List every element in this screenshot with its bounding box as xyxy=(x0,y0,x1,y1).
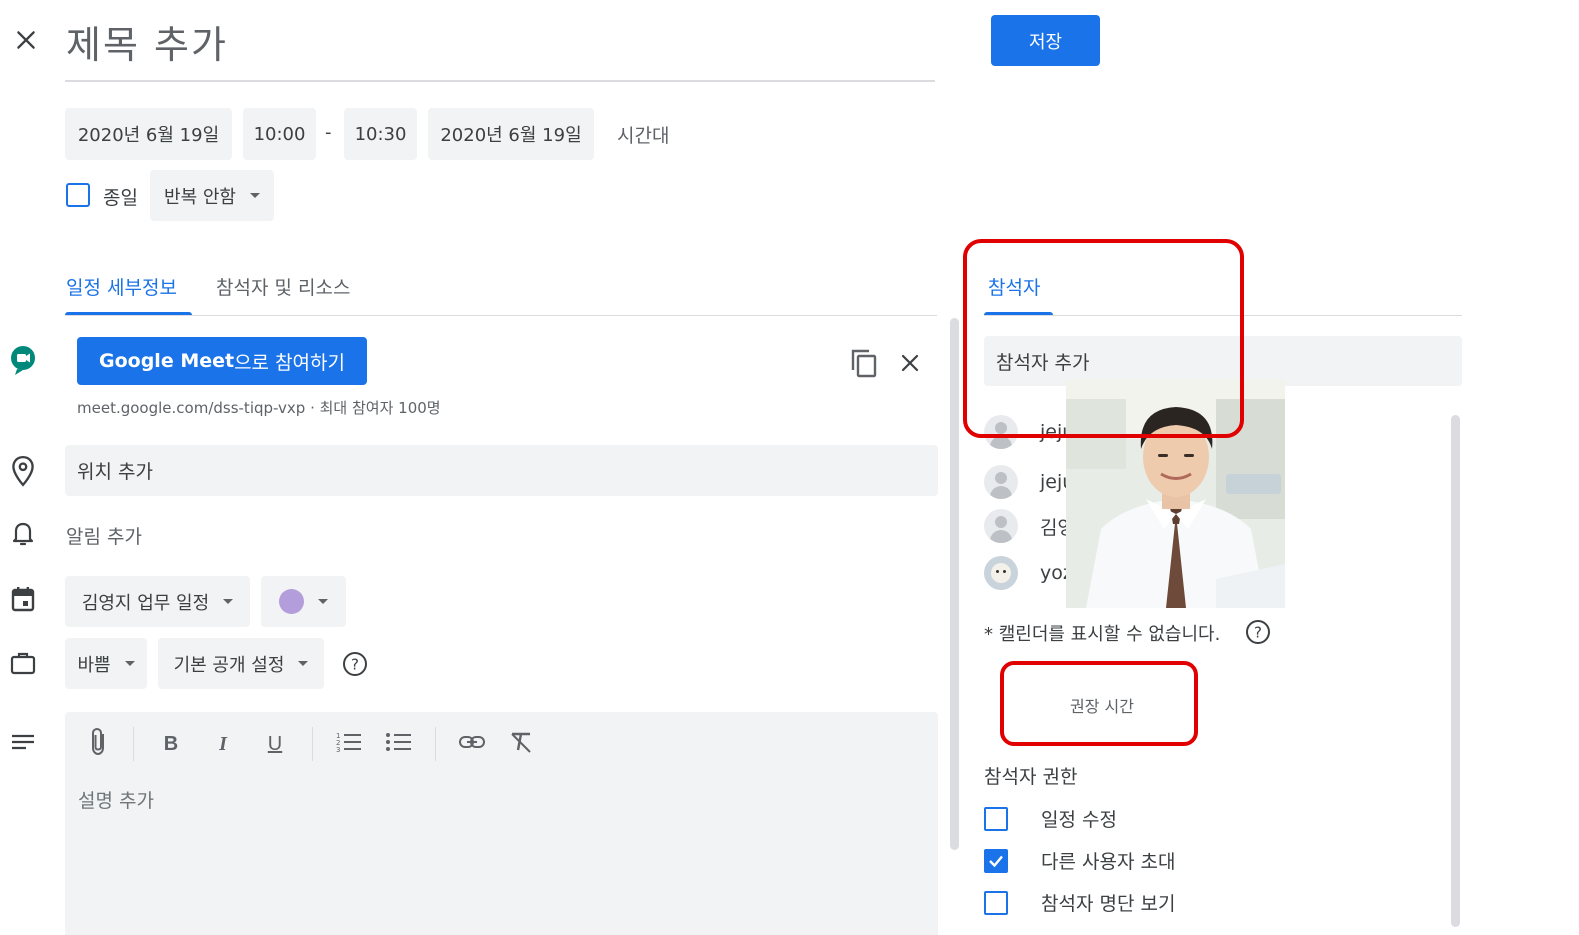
tab-event-details[interactable]: 일정 세부정보 xyxy=(66,273,177,300)
close-button[interactable] xyxy=(8,22,44,58)
end-date-chip[interactable]: 2020년 6월 19일 xyxy=(428,108,594,160)
caret-down-icon xyxy=(223,599,234,604)
help-icon: ? xyxy=(343,652,367,676)
briefcase-icon xyxy=(10,651,36,679)
numbered-list-icon: 123 xyxy=(336,732,361,754)
attach-button[interactable] xyxy=(87,726,111,762)
color-dropdown[interactable] xyxy=(261,576,346,627)
meet-link[interactable]: meet.google.com/dss-tiqp-vxp · 최대 참여자 10… xyxy=(77,397,441,418)
guest-permissions-title: 참석자 권한 xyxy=(984,766,1078,788)
svg-text:?: ? xyxy=(1254,624,1262,642)
tab-guests-resources[interactable]: 참석자 및 리소스 xyxy=(216,273,350,300)
meet-join-text: 으로 참여하기 xyxy=(234,351,345,374)
checkbox[interactable] xyxy=(984,890,1008,915)
all-day-checkbox[interactable] xyxy=(66,183,90,207)
availability-label: 바쁨 xyxy=(77,654,111,676)
clear-formatting-icon xyxy=(511,732,531,753)
clear-formatting-button[interactable] xyxy=(508,730,534,758)
checkbox[interactable] xyxy=(984,806,1008,831)
close-icon xyxy=(901,354,919,372)
tabs-divider xyxy=(65,315,937,316)
close-icon xyxy=(17,31,35,49)
permission-label: 일정 수정 xyxy=(1041,809,1117,831)
link-icon xyxy=(459,736,485,748)
avatar xyxy=(984,509,1018,543)
title-underline xyxy=(65,80,935,82)
availability-dropdown[interactable]: 바쁨 xyxy=(65,638,147,689)
start-date-chip[interactable]: 2020년 6월 19일 xyxy=(65,108,232,160)
checkbox-checked[interactable] xyxy=(984,848,1008,873)
svg-text:?: ? xyxy=(351,656,359,674)
caret-down-icon xyxy=(298,661,309,666)
calendar-name: 김영지 업무 일정 xyxy=(81,592,210,614)
copy-icon xyxy=(851,349,877,378)
event-color-swatch xyxy=(279,589,304,614)
calendar-unavailable-notice: * 캘린더를 표시할 수 없습니다. xyxy=(984,624,1221,645)
highlight-box-suggested-times xyxy=(1000,661,1198,746)
join-meet-button[interactable]: Google Meet 으로 참여하기 xyxy=(77,337,367,385)
meet-brand: Google Meet xyxy=(99,350,235,372)
numbered-list-button[interactable]: 123 xyxy=(335,730,363,758)
meet-icon xyxy=(9,345,37,379)
paperclip-icon xyxy=(92,727,104,756)
right-scrollbar[interactable] xyxy=(1451,415,1460,927)
underline-button[interactable]: U xyxy=(260,733,290,756)
help-button[interactable]: ? xyxy=(342,651,368,681)
calendar-icon xyxy=(11,586,35,616)
permission-modify-event[interactable]: 일정 수정 xyxy=(984,805,1117,832)
left-scrollbar[interactable] xyxy=(950,318,959,850)
visibility-label: 기본 공개 설정 xyxy=(173,654,285,676)
all-day-label: 종일 xyxy=(103,187,138,209)
avatar xyxy=(984,556,1018,590)
repeat-dropdown[interactable]: 반복 안함 xyxy=(150,170,274,221)
caret-down-icon xyxy=(249,193,260,198)
calendar-dropdown[interactable]: 김영지 업무 일정 xyxy=(65,576,250,627)
end-time-chip[interactable]: 10:30 xyxy=(344,108,417,160)
bulleted-list-icon xyxy=(386,733,411,751)
svg-text:3: 3 xyxy=(336,746,340,754)
permission-invite-others[interactable]: 다른 사용자 초대 xyxy=(984,847,1175,874)
copy-button[interactable] xyxy=(850,348,878,382)
title-input[interactable]: 제목 추가 xyxy=(66,14,228,69)
toolbar-divider xyxy=(435,727,436,761)
location-pin-icon xyxy=(10,455,36,491)
help-icon: ? xyxy=(1246,620,1270,644)
permission-label: 참석자 명단 보기 xyxy=(1041,893,1176,915)
bell-icon xyxy=(11,519,35,551)
bulleted-list-button[interactable] xyxy=(385,730,413,758)
check-icon xyxy=(989,855,1003,867)
visibility-dropdown[interactable]: 기본 공개 설정 xyxy=(158,638,324,689)
italic-button[interactable]: I xyxy=(208,733,238,756)
bold-button[interactable]: B xyxy=(156,733,186,756)
caret-down-icon xyxy=(318,599,328,604)
description-input[interactable]: 설명 추가 xyxy=(78,786,154,813)
avatar xyxy=(984,465,1018,499)
description-icon xyxy=(11,733,35,757)
toolbar-divider xyxy=(133,727,134,761)
editor-toolbar: B I U 123 xyxy=(87,726,534,762)
permission-see-guest-list[interactable]: 참석자 명단 보기 xyxy=(984,889,1175,916)
location-input[interactable]: 위치 추가 xyxy=(65,445,938,496)
highlight-box-guests xyxy=(963,239,1244,438)
remove-meet-button[interactable] xyxy=(898,351,922,379)
repeat-label: 반복 안함 xyxy=(164,186,236,208)
toolbar-divider xyxy=(312,727,313,761)
timezone-link[interactable]: 시간대 xyxy=(617,121,669,148)
permission-label: 다른 사용자 초대 xyxy=(1041,851,1176,873)
save-button[interactable]: 저장 xyxy=(991,15,1100,66)
time-separator: - xyxy=(325,122,332,143)
start-time-chip[interactable]: 10:00 xyxy=(243,108,316,160)
add-notification-link[interactable]: 알림 추가 xyxy=(66,522,142,549)
caret-down-icon xyxy=(124,661,135,666)
help-button[interactable]: ? xyxy=(1245,619,1271,649)
link-button[interactable] xyxy=(458,732,486,756)
